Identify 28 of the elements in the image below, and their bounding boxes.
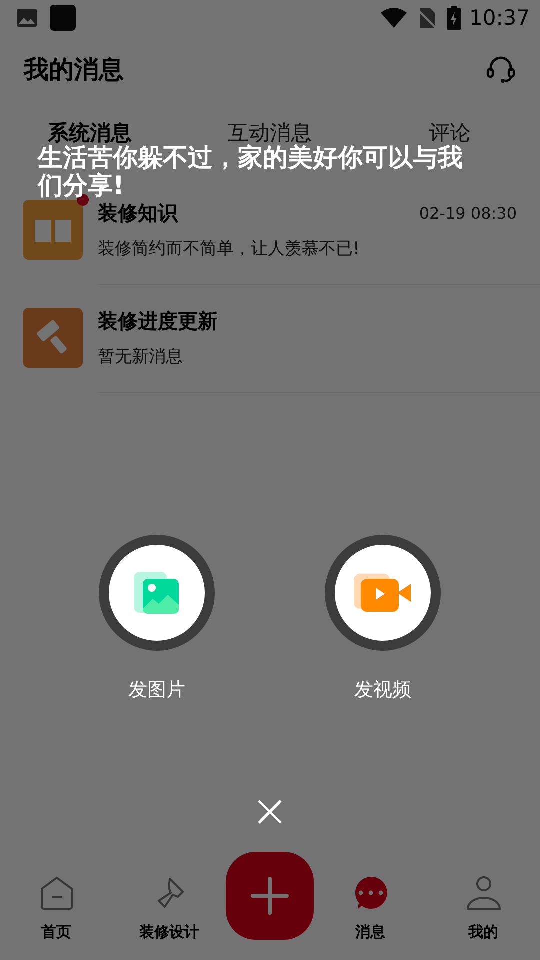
slogan-text: 生活苦你躲不过，家的美好你可以与我们分享! — [38, 144, 464, 200]
message-preview: 暂无新消息 — [98, 346, 184, 368]
add-button[interactable] — [226, 852, 314, 940]
nav-tab[interactable]: 装修设计 — [113, 874, 226, 960]
message-preview: 装修简约而不简单，让人羡慕不已! — [98, 238, 361, 260]
nav-tab[interactable]: 消息 — [314, 874, 427, 960]
status-time: 10:37 — [469, 6, 530, 30]
paint-roller-icon — [23, 308, 83, 368]
page-title: 我的消息 — [24, 54, 124, 86]
battery-icon — [447, 6, 462, 30]
book-icon — [23, 200, 83, 260]
wifi-icon — [381, 8, 408, 28]
no-sim-icon — [417, 7, 438, 29]
video-camera-icon — [354, 574, 412, 612]
message-title: 装修进度更新 — [98, 308, 218, 334]
message-time: 02-19 08:30 — [419, 204, 517, 222]
message-title: 装修知识 — [98, 200, 178, 226]
home-icon — [38, 875, 74, 911]
chat-bubble-icon — [352, 875, 388, 911]
app-icon — [50, 5, 76, 31]
close-button[interactable] — [257, 799, 283, 825]
picture-icon — [134, 572, 180, 614]
plus-icon — [251, 877, 289, 915]
nav-tab[interactable]: 我的 — [427, 874, 540, 960]
headset-icon[interactable] — [486, 54, 516, 84]
person-icon — [466, 875, 502, 911]
nav-tab[interactable]: 首页 — [0, 874, 113, 960]
image-icon — [16, 8, 38, 28]
